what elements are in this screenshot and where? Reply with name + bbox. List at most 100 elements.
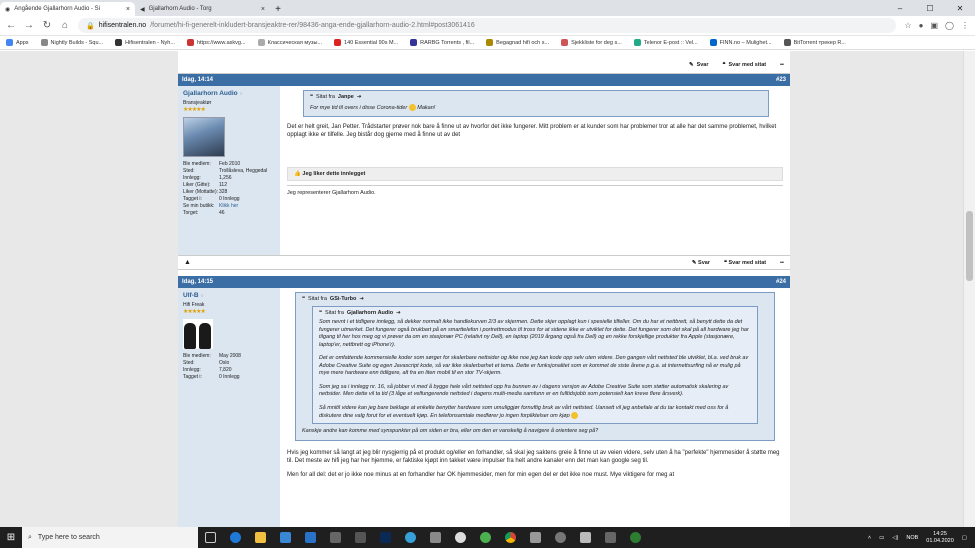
view-post-icon[interactable]: ➔ [396,310,401,318]
quote-block: ❝ Sitat fra Janpe ➔ For mye tid til overs i… [303,90,769,117]
bookmark-item[interactable]: Telenor E-post :: Vel... [633,39,698,46]
username-link[interactable]: Gjallarhorn Audio ○ [183,90,275,97]
app-icon[interactable] [398,527,423,548]
thumbs-up-icon: 👍 [294,170,301,177]
tab-torg[interactable]: ◀ Gjallarhorn Audio - Torg × [135,2,270,16]
menu-icon[interactable]: ⋮ [961,21,969,30]
star-icon[interactable]: ☆ [904,21,911,30]
tray-arrow-icon[interactable]: ˄ [868,535,871,541]
view-post-icon[interactable]: ➔ [359,296,364,304]
user-info: Gjallarhorn Audio ○ Bransjeaktør ★★★★★ B… [178,86,280,255]
mail-icon[interactable] [298,527,323,548]
close-tab-icon[interactable]: × [261,6,265,13]
language-indicator[interactable]: NOB [906,535,918,541]
quote-paragraph: Det er omfattende kommersielle koder som… [319,355,749,376]
back-icon[interactable]: ← [6,20,16,31]
windows-start-icon[interactable]: ⊞ [0,527,22,548]
close-window-icon[interactable]: ✕ [945,0,975,16]
media-icon[interactable] [323,527,348,548]
bookmark-item[interactable]: Begagnad hifi och s... [486,39,549,46]
bookmark-item[interactable]: Классическая музы... [257,39,322,46]
taskbar-search[interactable]: ⌕ Type here to search [22,527,198,548]
reply-quote-button[interactable]: ❝ Svar med sitat [724,260,766,266]
new-tab-button[interactable]: + [270,2,286,16]
bookmark-item[interactable]: BitTorrent трекер R... [783,39,846,46]
quote-header: ❝ Sitat fra Janpe ➔ [310,94,362,102]
app-icon[interactable] [598,527,623,548]
username-link[interactable]: Ulf-B ○ [183,292,275,299]
post-number[interactable]: #23 [776,77,786,83]
clock[interactable]: 14:25 01.04.2020 [926,531,954,545]
app-icon[interactable] [548,527,573,548]
minimize-icon[interactable]: – [885,0,915,16]
offline-icon: ○ [200,293,204,299]
reply-button[interactable]: ✎ Svar [689,62,709,68]
maximize-icon[interactable]: ☐ [915,0,945,16]
quote-header: ❝ Sitat fra Gjallarhorn Audio ➔ [319,309,401,318]
account-icon[interactable]: ◯ [945,21,954,30]
reply-icon: ✎ [688,62,694,68]
edge-icon[interactable] [223,527,248,548]
app-icon[interactable] [523,527,548,548]
avatar[interactable] [183,117,225,157]
tab-strip: ◉ Angående Gjallarhorn Audio - Si × ◀ Gjall… [0,0,975,16]
post-text: Hvis jeg kommer så langt at jeg blir nys… [287,449,780,464]
app-icon[interactable] [448,527,473,548]
volume-icon[interactable]: ◁) [892,535,898,541]
quote-paragraph: Så mnitil videre kan jeg bare beklage at… [319,404,729,419]
multiquote-icon[interactable]: ▪▪ [780,260,784,266]
bookmark-item[interactable]: RARBG Torrents , fil... [410,39,474,46]
nested-quote: ❝ Sitat fra Gjallarhorn Audio ➔ Som nevnt i… [312,305,758,425]
puzzle-icon[interactable]: ▣ [930,21,938,30]
taskbar-apps [198,527,648,548]
post-header: Idag, 14:14 #23 [178,74,790,86]
thread-container: ✎ Svar ❝ Svar med sitat ▪▪ Idag, 14:14 #23… [178,51,790,527]
system-tray: ˄ ▭ ◁) NOB 14:25 01.04.2020 ▢ [868,531,975,545]
bookmark-item[interactable]: Hifisentralen - Nyh... [115,39,175,46]
lock-icon: 🔒 [86,22,95,30]
scrollbar[interactable] [963,51,975,527]
forward-icon[interactable]: → [24,20,34,31]
post-body: ❝ Sitat fra GSi-Turbo ➔ ❝ Sitat fra Gjallarho… [280,288,790,527]
bookmark-item[interactable]: https://www.askvg... [186,39,246,46]
explorer-icon[interactable] [248,527,273,548]
avatar[interactable] [183,319,213,349]
bookmark-item[interactable]: FINN.no – Mulighet... [709,39,772,46]
notification-icon[interactable]: ▢ [962,535,967,541]
bookmark-item[interactable]: Sjekkliste for deg s... [561,39,622,46]
bookmark-item[interactable]: 140 Essential 90s M... [334,39,398,46]
app-icon[interactable] [623,527,648,548]
home-icon[interactable]: ⌂ [60,20,70,31]
post-actions: ▲ ✎ Svar ❝ Svar med sitat ▪▪ [178,256,790,270]
network-icon[interactable]: ▭ [879,535,884,541]
like-button[interactable]: 👍 Jeg liker dette innlegget [287,166,783,181]
post-date: Idag, 14:14 [182,77,214,83]
app-icon[interactable] [423,527,448,548]
post-number[interactable]: #24 [776,279,786,285]
foobar-icon[interactable] [348,527,373,548]
view-post-icon[interactable]: ➔ [357,94,362,102]
shop-link[interactable]: Klikk her [219,203,275,209]
reply-quote-button[interactable]: ❝ Svar med sitat [723,62,767,68]
reload-icon[interactable]: ↻ [42,20,52,31]
post-text: Det er helt greit, Jan Petter. Trådstart… [287,123,777,138]
scrollbar-thumb[interactable] [966,211,973,281]
post-body: ❝ Sitat fra Janpe ➔ For mye tid til overs i… [280,86,790,255]
bookmark-apps[interactable]: Apps [6,39,29,46]
smile-emoji-icon [571,412,579,419]
chrome-icon[interactable] [498,527,523,548]
task-view-icon[interactable] [198,527,223,548]
reply-button[interactable]: ✎ Svar [692,260,710,266]
tab-active[interactable]: ◉ Angående Gjallarhorn Audio - Si × [0,2,135,16]
store-icon[interactable] [273,527,298,548]
url-field[interactable]: 🔒 hifisentralen.no/forumet/hi-fi-generelt… [78,18,897,33]
extension-icon[interactable]: ● [919,21,924,30]
photoshop-icon[interactable] [373,527,398,548]
window-controls: – ☐ ✕ [885,0,975,16]
multiquote-icon[interactable]: ▪▪ [780,62,784,68]
close-tab-icon[interactable]: × [126,6,130,13]
report-icon[interactable]: ▲ [184,259,191,266]
bookmark-item[interactable]: Nightly Builds - Squ... [40,39,103,46]
app-icon[interactable] [473,527,498,548]
app-icon[interactable] [573,527,598,548]
